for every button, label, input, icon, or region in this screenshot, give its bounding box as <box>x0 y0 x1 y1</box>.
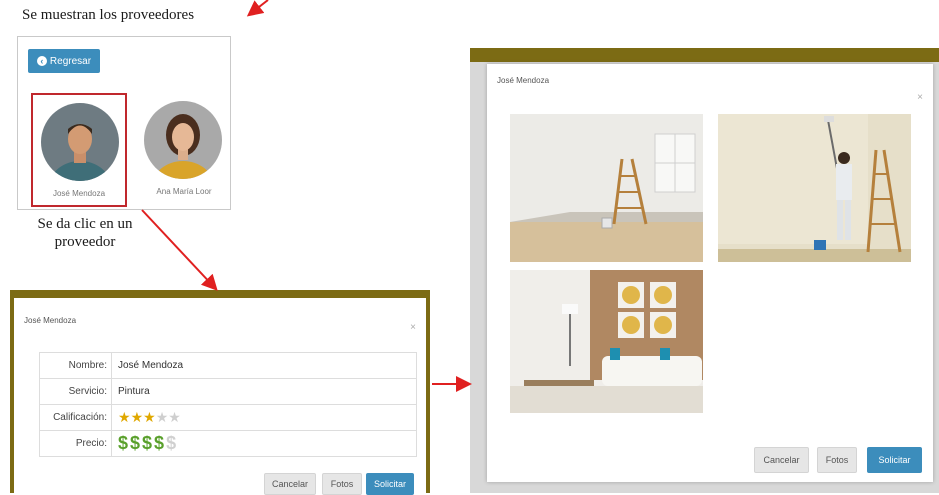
provider-name: Ana María Loor <box>156 187 212 196</box>
cancel-button[interactable]: Cancelar <box>754 447 809 473</box>
provider-list-panel: ‹ Regresar José Mendoza Ana María Loor <box>17 36 231 210</box>
annotation-providers-shown: Se muestran los proveedores <box>22 7 195 23</box>
close-icon[interactable]: × <box>410 322 416 333</box>
table-row: Calificación: ★★★★★ <box>39 404 417 431</box>
star-filled-icon: ★ <box>143 409 156 425</box>
arrow-to-title <box>246 0 269 17</box>
table-row: Servicio: Pintura <box>39 378 417 405</box>
annotation-click-provider: Se da clic en un proveedor <box>20 215 150 251</box>
dollar-filled-icon: $ <box>154 433 165 453</box>
star-empty-icon: ★ <box>155 409 169 425</box>
dollar-filled-icon: $ <box>118 433 129 453</box>
provider-card-ana[interactable]: Ana María Loor <box>136 93 232 207</box>
back-button[interactable]: ‹ Regresar <box>28 49 100 73</box>
detail-label: Calificación: <box>39 404 112 431</box>
photo-living-room[interactable] <box>510 270 703 413</box>
provider-detail-table: Nombre: José Mendoza Servicio: Pintura C… <box>39 352 417 457</box>
detail-label: Servicio: <box>39 378 112 405</box>
modal-title: José Mendoza <box>497 76 550 85</box>
header-bar <box>470 48 939 62</box>
request-button[interactable]: Solicitar <box>366 473 414 495</box>
request-button[interactable]: Solicitar <box>867 447 922 473</box>
star-filled-icon: ★ <box>130 409 144 425</box>
rating-stars: ★★★★★ <box>111 404 417 431</box>
star-filled-icon: ★ <box>118 409 131 425</box>
provider-detail-modal: José Mendoza × Nombre: José Mendoza Serv… <box>10 290 430 495</box>
dollar-empty-icon: $ <box>166 433 177 453</box>
star-empty-icon: ★ <box>168 409 181 425</box>
photos-button[interactable]: Fotos <box>817 447 857 473</box>
detail-value-name: José Mendoza <box>111 352 417 379</box>
modal-title: José Mendoza <box>24 316 77 325</box>
detail-label: Precio: <box>39 430 112 457</box>
circle-arrow-left-icon: ‹ <box>36 56 47 66</box>
avatar <box>144 101 222 179</box>
cancel-button[interactable]: Cancelar <box>264 473 316 495</box>
avatar <box>41 103 119 181</box>
table-row: Precio: $ $ $ $ $ <box>39 430 417 457</box>
detail-value-service: Pintura <box>111 378 417 405</box>
dollar-filled-icon: $ <box>142 433 153 453</box>
detail-label: Nombre: <box>39 352 112 379</box>
dollar-filled-icon: $ <box>130 433 141 453</box>
provider-card-jose[interactable]: José Mendoza <box>31 93 127 207</box>
provider-photos-modal: José Mendoza × Cancelar Fotos Solicitar <box>487 64 933 482</box>
close-icon[interactable]: × <box>917 92 923 103</box>
table-row: Nombre: José Mendoza <box>39 352 417 379</box>
photo-empty-room-ladder[interactable] <box>510 114 703 262</box>
photo-painter-on-ladder[interactable] <box>718 114 911 262</box>
arrow-to-details <box>141 209 218 291</box>
provider-name: José Mendoza <box>52 189 106 198</box>
annotation-click-line1: Se da clic en un <box>37 216 133 232</box>
annotation-click-line2: proveedor <box>54 234 116 250</box>
back-button-label: Regresar <box>49 55 92 67</box>
modal-body: José Mendoza × Nombre: José Mendoza Serv… <box>14 298 426 495</box>
photos-button[interactable]: Fotos <box>322 473 362 495</box>
price-level: $ $ $ $ $ <box>111 430 417 457</box>
